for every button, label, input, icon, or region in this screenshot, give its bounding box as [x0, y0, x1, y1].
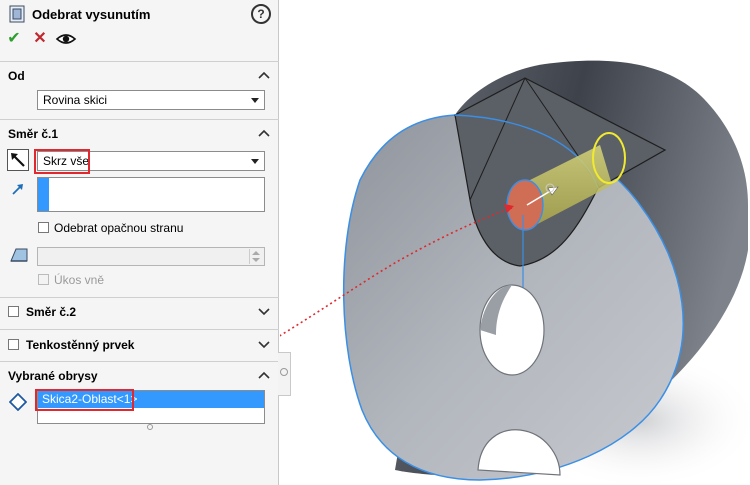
draft-outward-label: Úkos vně	[54, 273, 105, 287]
draft-angle-input	[37, 247, 265, 266]
start-condition-select[interactable]: Rovina skici	[37, 90, 265, 110]
thin-feature-checkbox[interactable]	[8, 339, 19, 350]
separator	[0, 297, 279, 298]
section-selected-contours-title: Vybrané obrysy	[8, 369, 98, 383]
dropdown-arrow-icon	[251, 98, 259, 103]
chevron-down-icon[interactable]	[258, 339, 270, 349]
cancel-button[interactable]: ✕	[31, 30, 49, 48]
help-icon[interactable]: ?	[251, 4, 271, 24]
chevron-down-icon[interactable]	[258, 306, 270, 316]
reverse-direction-icon[interactable]	[7, 149, 29, 171]
separator	[0, 119, 279, 120]
reverse-side-label: Odebrat opačnou stranu	[54, 221, 184, 235]
draft-outward-checkbox	[38, 274, 49, 285]
chevron-up-icon[interactable]	[258, 128, 270, 138]
spin-down-icon	[252, 258, 260, 262]
highlight-box	[35, 389, 134, 411]
selection-indicator	[38, 178, 49, 211]
sketch-region[interactable]	[506, 179, 544, 231]
cut-extrude-feature-icon	[9, 5, 25, 23]
resize-handle[interactable]	[147, 424, 153, 430]
section-od-title: Od	[8, 69, 25, 83]
direction-vector-icon	[12, 184, 23, 195]
property-manager-panel: Odebrat vysunutím ? ✔ ✕ Od Rovina skici …	[0, 0, 279, 485]
chevron-up-icon[interactable]	[258, 370, 270, 380]
separator	[0, 61, 279, 62]
reverse-side-checkbox[interactable]	[38, 222, 49, 233]
spin-buttons	[249, 249, 262, 264]
highlight-box	[34, 149, 90, 174]
separator	[0, 361, 279, 362]
feature-title: Odebrat vysunutím	[32, 7, 151, 22]
direction2-checkbox[interactable]	[8, 306, 19, 317]
ok-button[interactable]: ✔	[5, 30, 23, 48]
contour-selection-icon	[9, 393, 27, 411]
section-thin-feature-title: Tenkostěnný prvek	[26, 338, 135, 352]
chevron-up-icon[interactable]	[258, 70, 270, 80]
graphics-viewport[interactable]	[280, 0, 750, 485]
dropdown-arrow-icon	[251, 159, 259, 164]
preview-eye-icon[interactable]	[55, 30, 77, 48]
section-direction2-title: Směr č.2	[26, 305, 77, 319]
spin-up-icon	[252, 251, 260, 255]
section-direction1-title: Směr č.1	[8, 127, 59, 141]
draft-icon[interactable]	[8, 245, 30, 265]
separator	[0, 329, 279, 330]
start-condition-value: Rovina skici	[43, 93, 108, 107]
direction-reference-field[interactable]	[37, 177, 265, 212]
